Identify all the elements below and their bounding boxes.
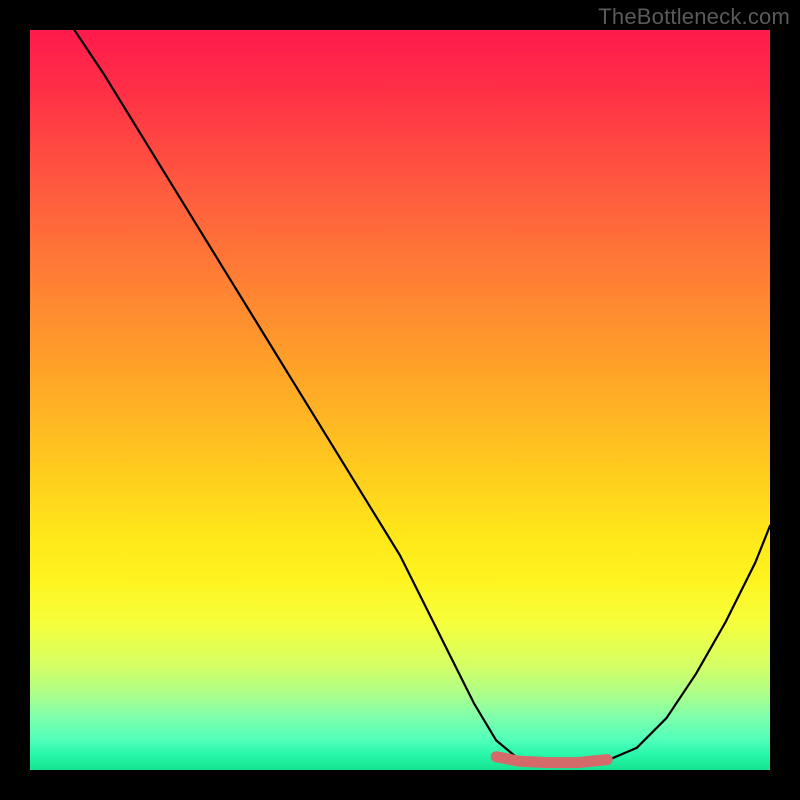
highlight-curve: [496, 757, 607, 763]
curve-layer: [30, 30, 770, 770]
main-curve: [74, 30, 770, 763]
plot-area: [30, 30, 770, 770]
chart-frame: TheBottleneck.com: [0, 0, 800, 800]
watermark-text: TheBottleneck.com: [598, 4, 790, 30]
